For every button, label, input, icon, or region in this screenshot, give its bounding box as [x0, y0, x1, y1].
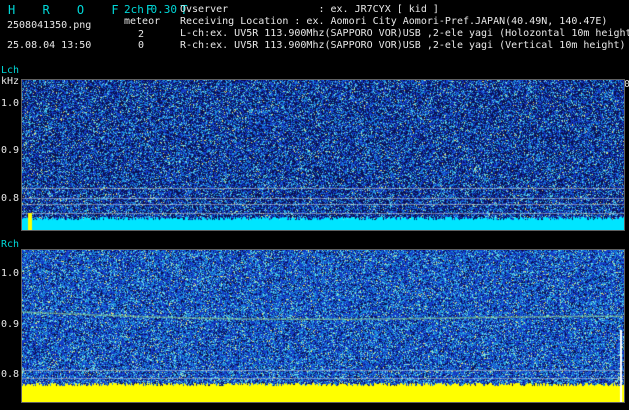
lch-tick-0-9: 0.9: [1, 145, 20, 156]
mode-label: meteor: [124, 16, 161, 27]
rch-frame: [21, 249, 625, 403]
lch-tick-0-8: 0.8: [1, 193, 20, 204]
lch-label: Lch: [1, 65, 20, 76]
lch-unit: kHz: [1, 76, 20, 87]
rch-tick-0-8: 0.8: [1, 369, 20, 380]
location-line: Receiving Location : ex. Aomori City Aom…: [180, 16, 608, 27]
observer-line: Ovserver : ex. JR7CYX [ kid ]: [180, 4, 439, 15]
version-label: 2ch 0.30: [124, 3, 177, 16]
rch-count: 0: [138, 40, 145, 51]
filename-label: 2508041350.png: [7, 20, 92, 31]
rch-tick-1-0: 1.0: [1, 268, 20, 279]
rch-settings-line: R-ch:ex. UV5R 113.900Mhz(SAPPORO VOR)USB…: [180, 40, 626, 51]
datetime-label: 25.08.04 13:50: [7, 40, 92, 51]
lch-count: 2: [138, 29, 145, 40]
lch-frame: [21, 79, 625, 231]
rch-tick-0-9: 0.9: [1, 319, 20, 330]
lch-settings-line: L-ch:ex. UV5R 113.900Mhz(SAPPORO VOR)USB…: [180, 28, 629, 39]
rch-label: Rch: [1, 239, 20, 250]
lch-tick-1-0: 1.0: [1, 98, 20, 109]
